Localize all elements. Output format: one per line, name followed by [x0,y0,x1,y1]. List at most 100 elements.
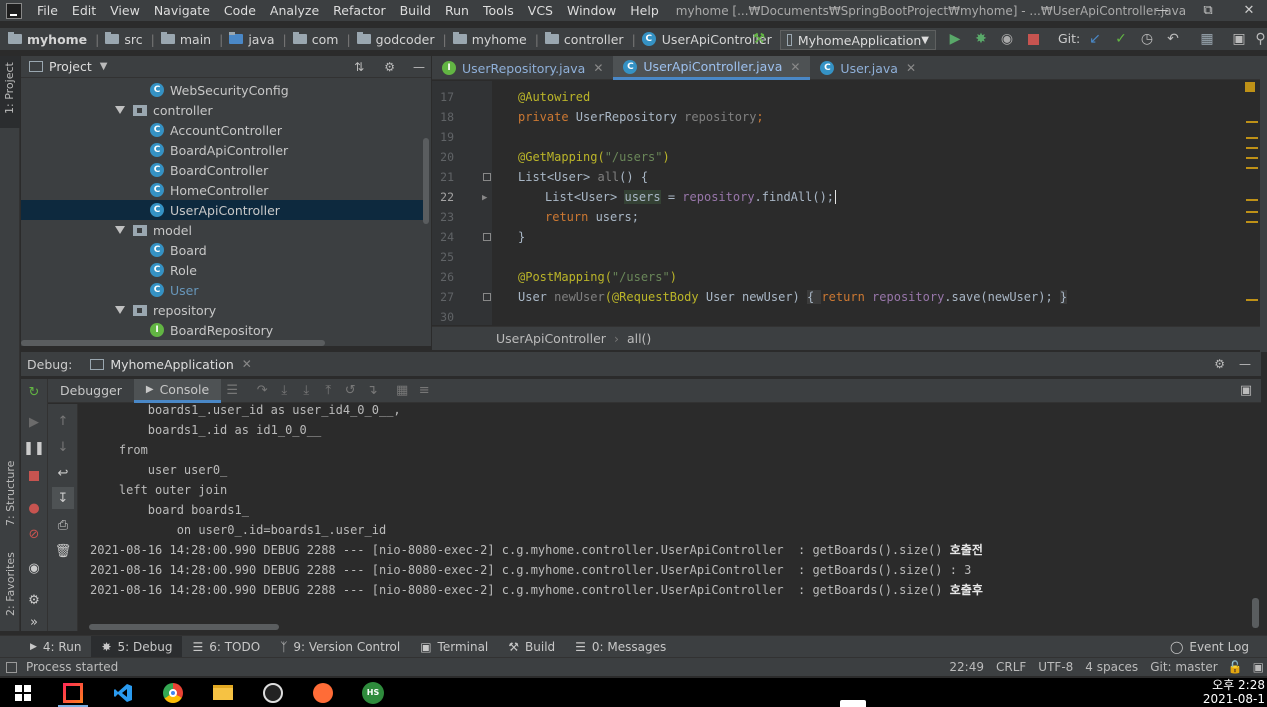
soft-wrap-icon[interactable]: ↩ [52,462,74,484]
gear-icon[interactable]: ⚙ [23,589,45,611]
console-vertical-scrollbar[interactable] [1250,404,1261,630]
fold-icon[interactable] [483,233,491,241]
view-breakpoints-icon[interactable]: ● [23,497,45,519]
intellij-taskbar-icon[interactable] [52,678,94,707]
tab-debugger[interactable]: Debugger [48,379,134,403]
tool-tab-event-log[interactable]: ◯ Event Log [1160,636,1259,658]
favorites-tool-button[interactable]: 2: Favorites [4,552,17,616]
run-configuration-select[interactable]: MyhomeApplication ▼ [780,30,936,50]
hide-panel-icon[interactable]: — [1239,357,1251,371]
scrollbar-thumb[interactable] [1252,598,1259,628]
editor-crumb-class[interactable]: UserApiController [496,331,606,346]
project-view-select[interactable]: Project [49,59,92,74]
stop-icon[interactable] [23,465,45,487]
menu-run[interactable]: Run [438,3,476,18]
project-tool-button[interactable]: 1: Project [0,56,20,128]
step-into-icon[interactable]: ⤓ [273,380,295,402]
coverage-icon[interactable]: ◉ [998,30,1016,48]
tool-tab-terminal[interactable]: ▣ Terminal [410,636,498,658]
postman-taskbar-icon[interactable] [302,678,344,707]
horizontal-scrollbar[interactable] [21,340,325,346]
menu-analyze[interactable]: Analyze [263,3,326,18]
chevron-down-icon[interactable]: ▼ [100,61,108,72]
breadcrumb-src[interactable]: | src [95,32,142,47]
project-structure-icon[interactable]: ▦ [1198,30,1216,48]
notification-icon[interactable] [840,700,866,707]
tree-item-accountcontroller[interactable]: C AccountController [21,120,426,140]
taskbar-clock[interactable]: 오후 2:28 2021-08-1 [1203,678,1265,706]
breadcrumb-main[interactable]: | main [151,32,211,47]
warning-marker[interactable] [1246,199,1258,201]
warning-indicator-icon[interactable] [1245,82,1255,92]
rollback-icon[interactable]: ↶ [1164,30,1182,48]
structure-tool-button[interactable]: 7: Structure [4,461,17,526]
expand-arrow-icon[interactable] [115,226,125,234]
tree-item-boardrepository[interactable]: I BoardRepository [21,320,426,340]
menu-refactor[interactable]: Refactor [326,3,392,18]
breadcrumb-com[interactable]: | com [283,32,339,47]
expand-arrow-icon[interactable] [115,306,125,314]
terminal-icon[interactable]: ▣ [1230,30,1248,48]
resume-icon[interactable]: ▶ [23,411,45,433]
tree-item-websecurityconfig[interactable]: C WebSecurityConfig [21,80,426,100]
collapse-all-icon[interactable]: ⇅ [354,60,364,74]
stop-icon[interactable] [1024,30,1042,48]
close-session-icon[interactable]: ✕ [242,357,252,371]
run-icon[interactable]: ▶ [946,30,964,48]
gear-icon[interactable]: ⚙ [1214,357,1225,371]
step-over-icon[interactable]: ↷ [251,380,273,402]
more-icon[interactable]: » [23,611,45,633]
close-window-icon[interactable]: ✕ [1231,0,1267,21]
run-to-cursor-icon[interactable]: ↴ [361,380,383,402]
debug-bug-icon[interactable]: ✸ [972,30,990,48]
menu-tools[interactable]: Tools [476,3,521,18]
camera-icon[interactable]: ◉ [23,557,45,579]
menu-build[interactable]: Build [393,3,438,18]
tree-item-role[interactable]: C Role [21,260,426,280]
vscode-taskbar-icon[interactable] [102,678,144,707]
console-output[interactable]: boards1_.user_id as user_id4_0_0__, boar… [79,404,1249,630]
tree-item-boardapicontroller[interactable]: C BoardApiController [21,140,426,160]
tool-tab-debug[interactable]: ✸ 5: Debug [91,635,183,658]
history-icon[interactable]: ◷ [1138,30,1156,48]
editor-crumb-method[interactable]: all() [627,331,651,346]
fold-icon[interactable] [483,173,491,181]
breadcrumb-myhome[interactable]: | myhome [442,32,526,47]
debug-session-tab[interactable]: MyhomeApplication [110,357,233,372]
tab-user[interactable]: C User.java ✕ [810,56,926,80]
breadcrumb-controller[interactable]: | controller [535,32,624,47]
lock-icon[interactable]: 🔓 [1228,660,1243,674]
tool-tab-version-control[interactable]: ᛉ 9: Version Control [270,636,410,658]
tree-item-userapicontroller[interactable]: C UserApiController [21,200,426,220]
down-arrow-icon[interactable]: ↓ [52,436,74,458]
search-icon[interactable]: ⚲ [1254,30,1267,48]
tree-item-model[interactable]: model [21,220,426,240]
tool-tab-todo[interactable]: ☰ 6: TODO [182,636,270,658]
menu-vcs[interactable]: VCS [521,3,560,18]
warning-marker[interactable] [1246,147,1258,149]
evaluate-expression-icon[interactable]: ▦ [391,380,413,402]
close-tab-icon[interactable]: ✕ [593,61,603,75]
rerun-icon[interactable]: ↻ [23,381,45,403]
build-hammer-icon[interactable]: ⚒ [750,30,768,48]
tree-item-controller[interactable]: controller [21,100,426,120]
warning-marker[interactable] [1246,137,1258,139]
tool-windows-icon[interactable] [6,661,17,673]
restore-layout-icon[interactable]: ▣ [1235,380,1257,402]
file-explorer-taskbar-icon[interactable] [202,678,244,707]
chrome-taskbar-icon[interactable] [152,678,194,707]
tree-item-boardcontroller[interactable]: C BoardController [21,160,426,180]
warning-marker[interactable] [1246,211,1258,213]
code-editor[interactable]: @Autowired private UserRepository reposi… [492,81,1242,325]
notifications-icon[interactable]: ▣ [1253,660,1264,674]
trace-icon[interactable]: ≡ [413,380,435,402]
drop-frame-icon[interactable]: ↺ [339,380,361,402]
menu-code[interactable]: Code [217,3,263,18]
warning-marker[interactable] [1246,221,1258,223]
menu-window[interactable]: Window [560,3,623,18]
file-encoding[interactable]: UTF-8 [1038,660,1073,674]
force-step-into-icon[interactable]: ⤓ [295,380,317,402]
indent-setting[interactable]: 4 spaces [1085,660,1138,674]
hs-taskbar-icon[interactable]: HS [352,678,394,707]
mute-breakpoints-icon[interactable]: ⊘ [23,523,45,545]
